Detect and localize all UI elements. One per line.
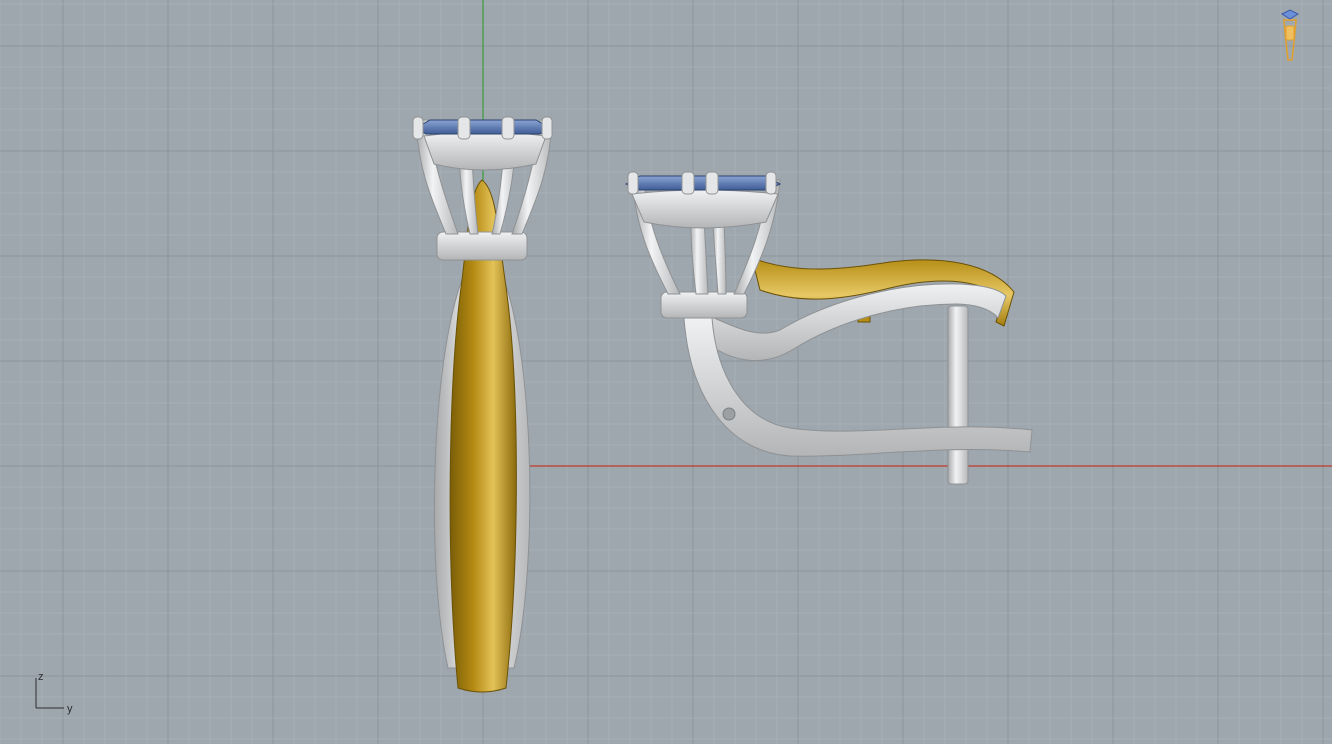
earring-side-view[interactable] xyxy=(624,171,1033,485)
white-gold-bezel-collar xyxy=(436,231,528,261)
earring-post xyxy=(947,305,969,485)
construction-grid xyxy=(0,0,1332,744)
axis-y-label: y xyxy=(67,703,73,715)
side-stone-cup xyxy=(631,189,779,229)
jewelry-ring-navigation-icon[interactable] xyxy=(1280,9,1300,61)
gemstone-top xyxy=(415,119,551,135)
rhino-right-viewport[interactable]: z y xyxy=(0,0,1332,744)
stone-cup xyxy=(423,131,547,171)
axis-z-label: z xyxy=(38,671,44,683)
axis-indicator: z y xyxy=(35,671,73,715)
hinge-pin-hole xyxy=(722,407,736,421)
earring-front-view[interactable] xyxy=(412,116,553,693)
side-bezel-collar xyxy=(660,291,748,319)
side-gemstone-top xyxy=(624,175,782,191)
